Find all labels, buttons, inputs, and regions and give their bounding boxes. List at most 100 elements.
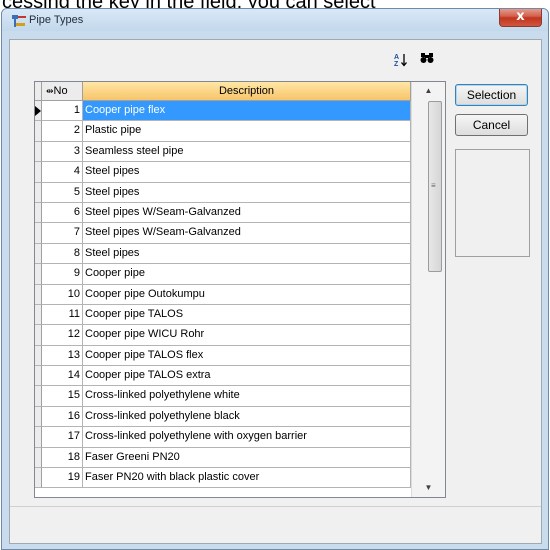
sort-az-icon[interactable]: A Z — [394, 53, 408, 70]
cell-description[interactable]: Steel pipes — [83, 243, 411, 265]
row-indicator[interactable] — [35, 345, 42, 367]
row-indicator[interactable] — [35, 406, 42, 428]
info-panel — [455, 149, 530, 257]
cell-no[interactable]: 11 — [42, 304, 83, 326]
table-row[interactable]: 2 Plastic pipe — [35, 121, 411, 142]
table-row[interactable]: 17 Cross-linked polyethylene with oxygen … — [35, 427, 411, 448]
table-row[interactable]: 3 Seamless steel pipe — [35, 141, 411, 163]
bottom-separator — [10, 506, 541, 507]
cell-description[interactable]: Cross-linked polyethylene white — [83, 386, 411, 407]
binoculars-icon[interactable] — [420, 52, 434, 67]
row-indicator[interactable] — [35, 141, 42, 163]
cell-no[interactable]: 13 — [42, 345, 83, 367]
table-row[interactable]: 13 Cooper pipe TALOS flex — [35, 345, 411, 367]
row-indicator[interactable] — [35, 202, 42, 224]
row-indicator[interactable] — [35, 223, 42, 244]
table-row[interactable]: 10 Cooper pipe Outokumpu — [35, 284, 411, 305]
row-indicator[interactable] — [35, 182, 42, 203]
table-row[interactable]: 11 Cooper pipe TALOS — [35, 304, 411, 326]
cell-no[interactable]: 17 — [42, 427, 83, 448]
row-indicator[interactable] — [35, 264, 42, 285]
cancel-button[interactable]: Cancel — [455, 114, 528, 136]
row-indicator[interactable] — [35, 101, 42, 122]
column-header-description[interactable]: Description — [83, 82, 411, 101]
row-indicator[interactable] — [35, 325, 42, 346]
cell-description[interactable]: Cross-linked polyethylene with oxygen ba… — [83, 427, 411, 448]
scroll-down-arrow-icon[interactable]: ▼ — [412, 479, 445, 497]
table-row[interactable]: 12 Cooper pipe WICU Rohr — [35, 325, 411, 346]
cell-no[interactable]: 3 — [42, 141, 83, 163]
cell-no[interactable]: 8 — [42, 243, 83, 265]
close-button[interactable]: x — [499, 9, 542, 27]
selection-button[interactable]: Selection — [455, 84, 528, 106]
cell-no[interactable]: 1 — [42, 101, 83, 122]
cell-description[interactable]: Plastic pipe — [83, 121, 411, 142]
grid-rows: 1 Cooper pipe flex 2 Plastic pipe 3 Seamless … — [35, 101, 411, 489]
table-row[interactable]: 15 Cross-linked polyethylene white — [35, 386, 411, 407]
table-row[interactable]: 16 Cross-linked polyethylene black — [35, 406, 411, 428]
column-header-no[interactable]: ⇹No — [42, 82, 83, 101]
dialog-title: Pipe Types — [29, 14, 84, 26]
cell-no[interactable]: 19 — [42, 468, 83, 489]
cell-description[interactable]: Steel pipes — [83, 182, 411, 203]
cell-description[interactable]: Faser Greeni PN20 — [83, 447, 411, 469]
row-indicator[interactable] — [35, 304, 42, 326]
row-indicator[interactable] — [35, 121, 42, 142]
cell-no[interactable]: 4 — [42, 162, 83, 183]
table-row[interactable]: 14 Cooper pipe TALOS extra — [35, 366, 411, 387]
table-row[interactable]: 19 Faser PN20 with black plastic cover — [35, 468, 411, 489]
row-indicator-header — [35, 82, 42, 101]
table-row[interactable]: 18 Faser Greeni PN20 — [35, 447, 411, 469]
cell-no[interactable]: 16 — [42, 406, 83, 428]
cell-no[interactable]: 15 — [42, 386, 83, 407]
cell-description[interactable]: Cooper pipe WICU Rohr — [83, 325, 411, 346]
cell-description[interactable]: Cooper pipe Outokumpu — [83, 284, 411, 305]
pipe-types-dialog: Pipe Types x A Z ⇹No Description 1 Coope… — [1, 8, 549, 550]
title-bar[interactable]: Pipe Types x — [2, 9, 548, 31]
cell-description[interactable]: Steel pipes — [83, 162, 411, 183]
table-row[interactable]: 6 Steel pipes W/Seam-Galvanzed — [35, 202, 411, 224]
vertical-scrollbar[interactable]: ▲ ≡ ▼ — [411, 82, 445, 497]
cell-no[interactable]: 7 — [42, 223, 83, 244]
cell-description[interactable]: Cooper pipe TALOS — [83, 304, 411, 326]
row-indicator[interactable] — [35, 447, 42, 469]
table-row[interactable]: 7 Steel pipes W/Seam-Galvanzed — [35, 223, 411, 244]
table-row[interactable]: 9 Cooper pipe — [35, 264, 411, 285]
cell-description[interactable]: Faser PN20 with black plastic cover — [83, 468, 411, 489]
row-indicator[interactable] — [35, 468, 42, 489]
cell-description[interactable]: Cooper pipe — [83, 264, 411, 285]
cell-no[interactable]: 6 — [42, 202, 83, 224]
row-indicator[interactable] — [35, 243, 42, 265]
current-row-pointer-icon — [35, 106, 41, 116]
cell-description[interactable]: Cooper pipe TALOS flex — [83, 345, 411, 367]
cell-no[interactable]: 14 — [42, 366, 83, 387]
row-indicator[interactable] — [35, 366, 42, 387]
scroll-up-arrow-icon[interactable]: ▲ — [412, 82, 445, 100]
cell-description[interactable]: Steel pipes W/Seam-Galvanzed — [83, 202, 411, 224]
cell-no[interactable]: 2 — [42, 121, 83, 142]
row-indicator[interactable] — [35, 284, 42, 305]
cell-description[interactable]: Seamless steel pipe — [83, 141, 411, 163]
cell-no[interactable]: 10 — [42, 284, 83, 305]
svg-text:A: A — [394, 54, 399, 61]
pipe-types-app-icon — [11, 14, 27, 28]
row-indicator[interactable] — [35, 386, 42, 407]
cell-no[interactable]: 12 — [42, 325, 83, 346]
svg-text:Z: Z — [394, 61, 399, 67]
scroll-thumb[interactable]: ≡ — [428, 101, 442, 272]
scroll-grip-icon: ≡ — [431, 181, 436, 190]
pipe-types-grid[interactable]: ⇹No Description 1 Cooper pipe flex 2 Plasti… — [34, 81, 446, 498]
cell-no[interactable]: 5 — [42, 182, 83, 203]
cell-no[interactable]: 18 — [42, 447, 83, 469]
cell-description[interactable]: Cooper pipe flex — [83, 101, 411, 122]
table-row[interactable]: 4 Steel pipes — [35, 162, 411, 183]
row-indicator[interactable] — [35, 427, 42, 448]
cell-no[interactable]: 9 — [42, 264, 83, 285]
cell-description[interactable]: Cross-linked polyethylene black — [83, 406, 411, 428]
cell-description[interactable]: Cooper pipe TALOS extra — [83, 366, 411, 387]
row-indicator[interactable] — [35, 162, 42, 183]
table-row[interactable]: 8 Steel pipes — [35, 243, 411, 265]
table-row[interactable]: 1 Cooper pipe flex — [35, 101, 411, 122]
table-row[interactable]: 5 Steel pipes — [35, 182, 411, 203]
cell-description[interactable]: Steel pipes W/Seam-Galvanzed — [83, 223, 411, 244]
